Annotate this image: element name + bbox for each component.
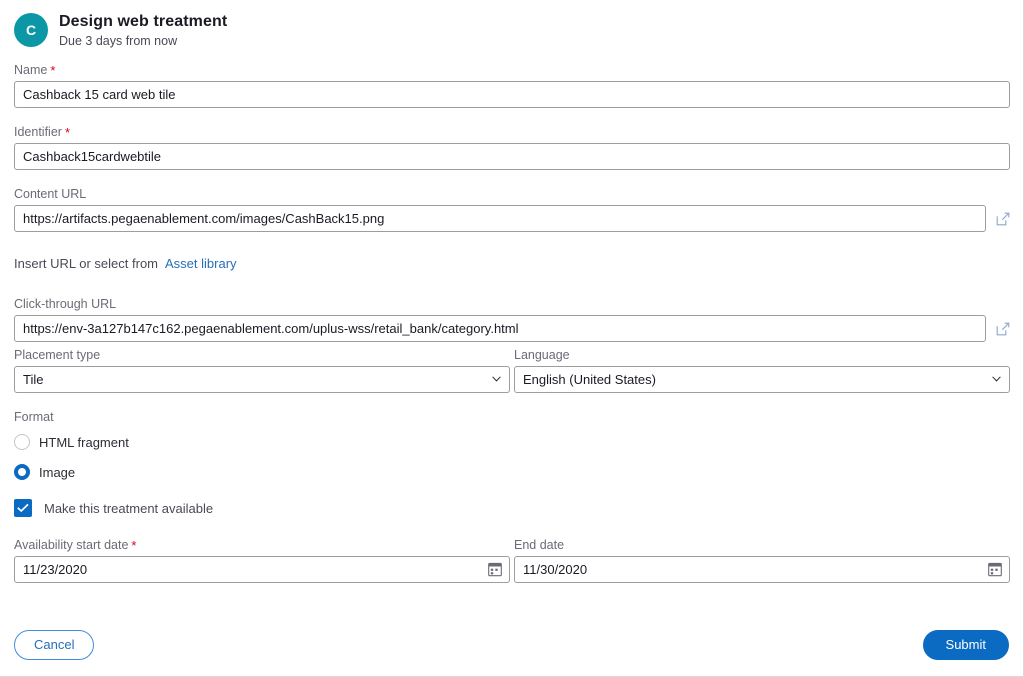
start-date-required-asterisk: *	[131, 538, 137, 553]
placement-language-row: Placement type Tile Language English (Un…	[14, 347, 1010, 393]
format-option-image[interactable]: Image	[14, 459, 1010, 485]
format-group: Format HTML fragment Image	[14, 409, 1010, 485]
asset-helper-text: Insert URL or select from	[14, 256, 159, 271]
format-label: Format	[14, 410, 54, 424]
end-date-field: End date	[514, 537, 1010, 583]
click-through-url-label: Click-through URL	[14, 297, 117, 311]
task-due-text: Due 3 days from now	[59, 34, 178, 48]
submit-button[interactable]: Submit	[922, 630, 1009, 660]
placement-type-select[interactable]: Tile	[14, 366, 510, 393]
cancel-button[interactable]: Cancel	[14, 630, 95, 660]
identifier-label-text: Identifier	[14, 125, 62, 139]
availability-dates-row: Availability start date* End date	[14, 537, 1010, 583]
end-date-label: End date	[514, 538, 565, 552]
identifier-label: Identifier *	[14, 124, 1010, 140]
radio-html-fragment-icon[interactable]	[14, 434, 30, 450]
language-select[interactable]: English (United States)	[514, 366, 1010, 393]
end-date-input[interactable]	[514, 556, 1010, 583]
radio-image-selected-icon[interactable]	[14, 464, 30, 480]
format-option-html-fragment-label[interactable]: HTML fragment	[39, 435, 129, 450]
open-content-url-external-link-icon[interactable]	[996, 212, 1010, 226]
start-date-label-text: Availability start date	[14, 538, 129, 552]
language-label: Language	[514, 348, 570, 362]
treatment-form-page: C Design web treatment Due 3 days from n…	[0, 0, 1024, 677]
avatar: C	[14, 13, 48, 47]
identifier-required-asterisk: *	[64, 125, 71, 140]
asset-library-link[interactable]: Asset library	[165, 256, 237, 271]
name-required-asterisk: *	[50, 63, 56, 78]
name-label-text: Name	[14, 63, 48, 77]
make-available-checkbox-row[interactable]: Make this treatment available	[14, 495, 1010, 521]
placement-type-label: Placement type	[14, 348, 101, 362]
check-icon	[17, 503, 29, 513]
placement-type-field: Placement type Tile	[14, 347, 510, 393]
name-input[interactable]	[14, 81, 1010, 108]
task-header-text: Design web treatment Due 3 days from now	[59, 12, 227, 50]
asset-helper-row: Insert URL or select from Asset library	[14, 256, 1010, 271]
calendar-icon[interactable]	[488, 562, 502, 577]
format-option-html-fragment[interactable]: HTML fragment	[14, 429, 1010, 455]
start-date-input[interactable]	[14, 556, 510, 583]
start-date-label: Availability start date *	[14, 537, 510, 553]
language-field: Language English (United States)	[514, 347, 1010, 393]
content-url-label: Content URL	[14, 187, 87, 201]
task-header: C Design web treatment Due 3 days from n…	[14, 12, 227, 50]
name-label: Name *	[14, 62, 1010, 78]
start-date-field: Availability start date *	[14, 537, 510, 583]
content-url-field	[14, 205, 1010, 232]
calendar-icon[interactable]	[988, 562, 1002, 577]
content-url-input[interactable]	[14, 205, 986, 232]
click-through-url-field	[14, 315, 1010, 342]
identifier-input[interactable]	[14, 143, 1010, 170]
open-click-through-url-external-link-icon[interactable]	[996, 322, 1010, 336]
page-title: Design web treatment	[59, 13, 228, 30]
form-footer: Cancel Submit	[0, 614, 1023, 676]
click-through-url-input[interactable]	[14, 315, 986, 342]
make-available-checkbox[interactable]	[14, 499, 32, 517]
treatment-form: Name* Identifier* Content URL Insert URL…	[14, 62, 1010, 583]
format-option-image-label[interactable]: Image	[39, 465, 75, 480]
make-available-checkbox-label[interactable]: Make this treatment available	[44, 501, 213, 516]
